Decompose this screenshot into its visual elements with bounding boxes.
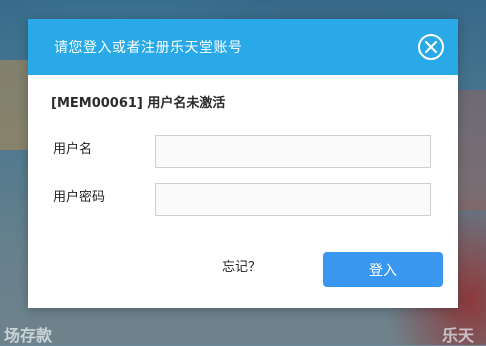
close-icon	[425, 41, 437, 53]
login-button[interactable]: 登入	[323, 252, 443, 287]
dialog-title: 请您登入或者注册乐天堂账号	[54, 40, 243, 56]
password-label: 用户密码	[53, 190, 106, 205]
banner-text-right: 乐天	[442, 326, 475, 345]
error-message: [MEM00061] 用户名未激活	[51, 96, 226, 111]
username-label: 用户名	[53, 142, 93, 157]
username-input[interactable]	[155, 135, 431, 168]
login-dialog: 请您登入或者注册乐天堂账号 [MEM00061] 用户名未激活 用户名 用户密码…	[28, 19, 458, 308]
password-input[interactable]	[155, 183, 431, 216]
dialog-header: 请您登入或者注册乐天堂账号	[28, 19, 458, 75]
banner-text-left: 场存款	[4, 326, 53, 345]
close-button[interactable]	[418, 34, 444, 60]
forgot-password-link[interactable]: 忘记？	[222, 256, 261, 275]
